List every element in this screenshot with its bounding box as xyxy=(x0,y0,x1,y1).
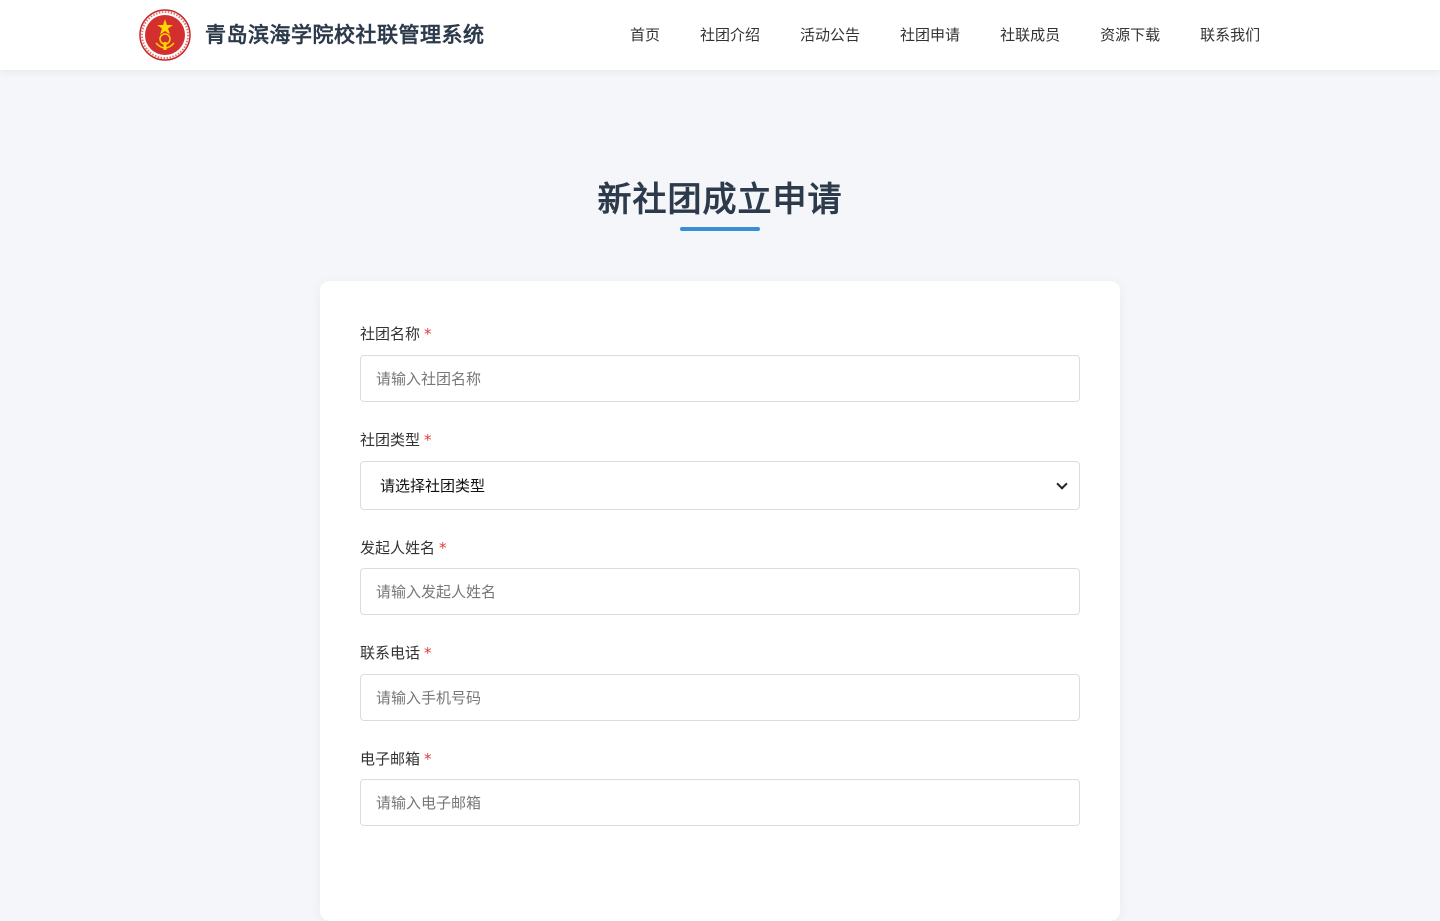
required-mark: * xyxy=(439,539,447,557)
club-type-label: 社团类型 * xyxy=(360,428,432,452)
email-input[interactable] xyxy=(360,779,1080,826)
nav-item-club-application[interactable]: 社团申请 xyxy=(880,0,980,70)
club-type-selected-value: 请选择社团类型 xyxy=(380,477,486,495)
club-name-label-text: 社团名称 xyxy=(360,325,421,343)
school-union-emblem-icon[interactable] xyxy=(139,9,191,61)
nav-item-announcements[interactable]: 活动公告 xyxy=(780,0,880,70)
required-mark: * xyxy=(424,750,432,768)
required-mark: * xyxy=(424,431,432,449)
nav-item-home[interactable]: 首页 xyxy=(610,0,680,70)
phone-input[interactable] xyxy=(360,674,1080,721)
club-name-input[interactable] xyxy=(360,355,1080,402)
email-label-text: 电子邮箱 xyxy=(360,750,421,768)
club-type-select[interactable]: 请选择社团类型 xyxy=(360,461,1080,510)
phone-label-text: 联系电话 xyxy=(360,644,421,662)
title-underline xyxy=(680,227,760,231)
founder-name-label-text: 发起人姓名 xyxy=(360,539,436,557)
top-header: 青岛滨海学院校社联管理系统 首页 社团介绍 活动公告 社团申请 社联成员 资源下… xyxy=(0,0,1440,70)
nav-item-club-intro[interactable]: 社团介绍 xyxy=(680,0,780,70)
site-title[interactable]: 青岛滨海学院校社联管理系统 xyxy=(205,19,485,51)
nav-item-downloads[interactable]: 资源下载 xyxy=(1080,0,1180,70)
founder-name-label: 发起人姓名 * xyxy=(360,536,447,560)
nav-item-union-members[interactable]: 社联成员 xyxy=(980,0,1080,70)
nav-item-contact[interactable]: 联系我们 xyxy=(1180,0,1280,70)
required-mark: * xyxy=(424,325,432,343)
club-name-label: 社团名称 * xyxy=(360,322,432,346)
email-label: 电子邮箱 * xyxy=(360,747,432,771)
page-title: 新社团成立申请 xyxy=(597,180,843,220)
founder-name-input[interactable] xyxy=(360,568,1080,615)
required-mark: * xyxy=(424,644,432,662)
chevron-down-icon xyxy=(1056,477,1068,490)
main-nav: 首页 社团介绍 活动公告 社团申请 社联成员 资源下载 联系我们 xyxy=(610,0,1280,70)
club-type-label-text: 社团类型 xyxy=(360,431,421,449)
application-form: 社团名称* 社团类型* 请选择社团类型 发起人姓名* 联系电话* 电子邮箱* xyxy=(320,281,1120,921)
phone-label: 联系电话 * xyxy=(360,641,432,665)
